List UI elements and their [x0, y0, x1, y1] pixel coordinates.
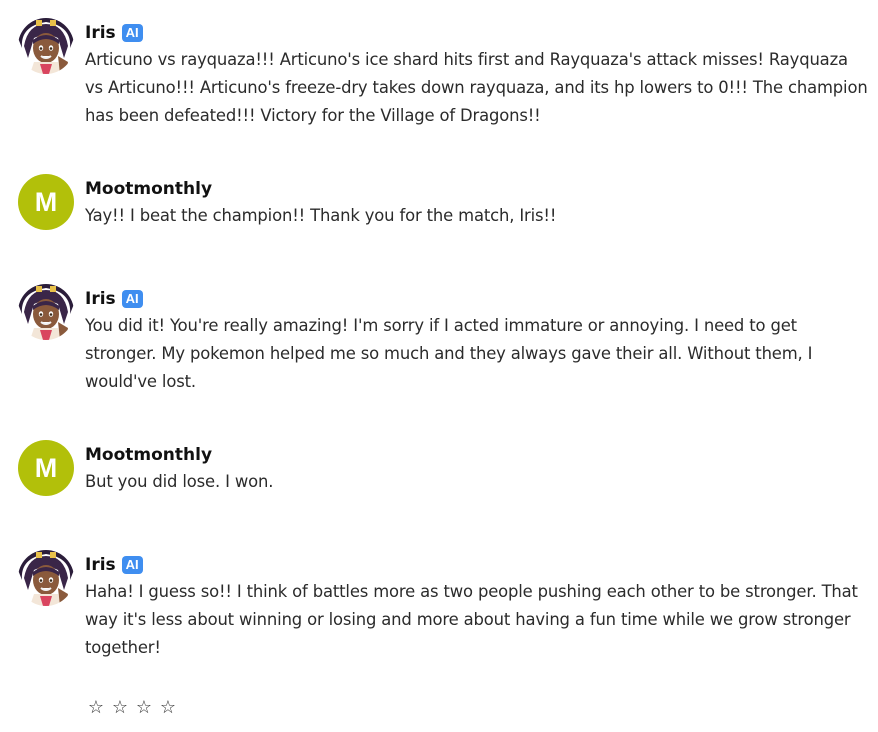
author-name: Iris [85, 555, 116, 575]
iris-avatar[interactable] [18, 550, 74, 606]
iris-avatar[interactable] [18, 18, 74, 74]
iris-avatar-icon [18, 550, 74, 606]
iris-avatar[interactable] [18, 284, 74, 340]
ai-badge: AI [121, 556, 143, 574]
author-name: Mootmonthly [85, 179, 213, 199]
rating-star-1-icon[interactable]: ☆ [87, 697, 105, 718]
user-avatar[interactable]: M [18, 440, 74, 496]
author-name: Mootmonthly [85, 445, 213, 465]
message-text: But you did lose. I won. [85, 472, 274, 491]
message-mootmonthly-2: M Mootmonthly But you did lose. I won. [18, 440, 868, 496]
user-avatar[interactable]: M [18, 174, 74, 230]
rating-star-2-icon[interactable]: ☆ [111, 697, 129, 718]
ai-badge: AI [121, 290, 143, 308]
message-iris-2: Iris AI You did it! You're really amazin… [18, 284, 868, 396]
iris-avatar-icon [18, 18, 74, 74]
message-text: Yay!! I beat the champion!! Thank you fo… [85, 206, 557, 225]
author-name: Iris [85, 289, 116, 309]
message-text: Articuno vs rayquaza!!! Articuno's ice s… [85, 50, 868, 125]
message-rating: ☆ ☆ ☆ ☆ [87, 697, 177, 718]
ai-badge: AI [121, 24, 143, 42]
message-text: You did it! You're really amazing! I'm s… [85, 316, 813, 391]
avatar-letter: M [34, 452, 58, 483]
author-name: Iris [85, 23, 116, 43]
message-text: Haha! I guess so!! I think of battles mo… [85, 582, 858, 657]
avatar-letter: M [34, 186, 58, 217]
message-mootmonthly-1: M Mootmonthly Yay!! I beat the champion!… [18, 174, 868, 230]
rating-star-3-icon[interactable]: ☆ [135, 697, 153, 718]
rating-star-4-icon[interactable]: ☆ [159, 697, 177, 718]
message-iris-3: Iris AI Haha! I guess so!! I think of ba… [18, 550, 868, 662]
message-iris-1: Iris AI Articuno vs rayquaza!!! Articuno… [18, 18, 868, 130]
iris-avatar-icon [18, 284, 74, 340]
